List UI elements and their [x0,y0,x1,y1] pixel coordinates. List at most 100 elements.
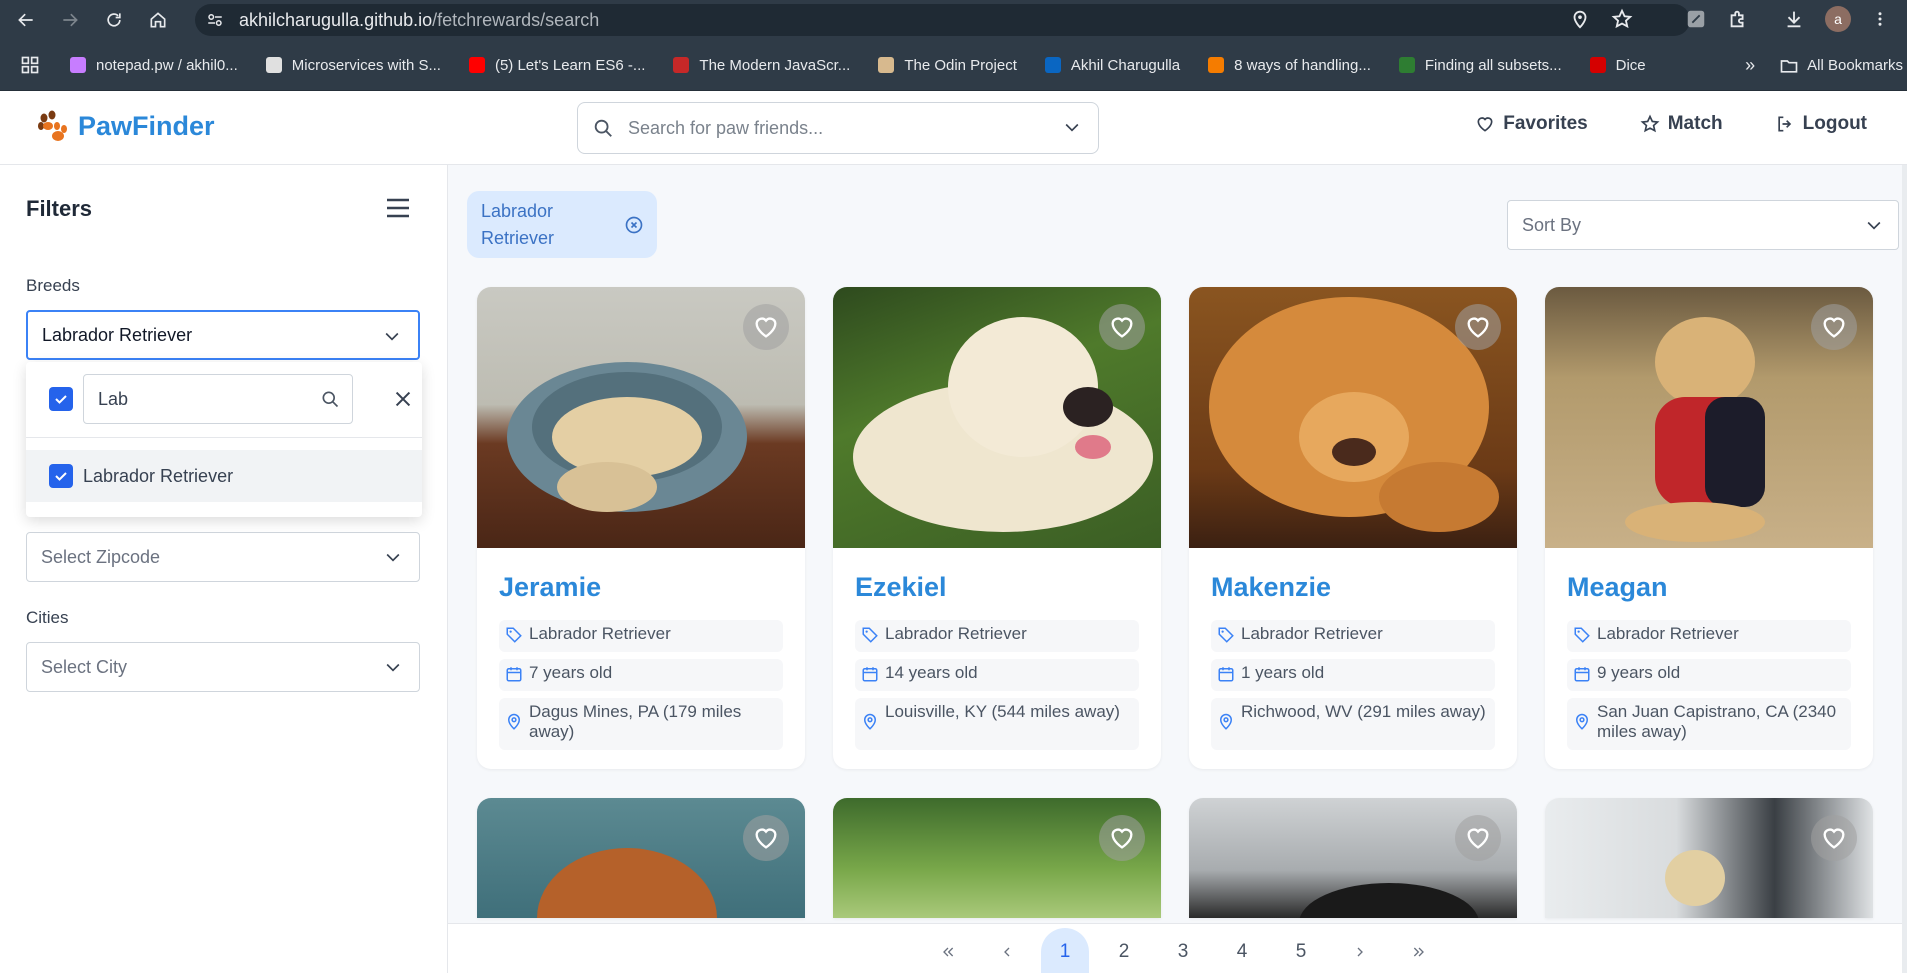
bookmark-item[interactable]: Finding all subsets... [1398,57,1562,74]
bookmark-favicon-icon [265,57,282,73]
back-button[interactable] [8,2,44,38]
map-pin-icon [863,713,877,730]
dog-card[interactable]: Ezekiel Labrador Retriever 14 years old … [833,287,1161,769]
dropdown-filter-input[interactable]: Lab [83,374,353,424]
page-button-2[interactable]: 2 [1100,930,1148,973]
page-button-4[interactable]: 4 [1218,930,1266,973]
city-select[interactable]: Select City [26,642,420,692]
chevron-right-icon [1357,947,1363,957]
dog-name: Ezekiel [855,572,947,602]
dropdown-header: Lab [26,362,422,438]
dog-card[interactable] [1189,798,1517,918]
favorite-button[interactable] [1811,815,1857,861]
map-pin-icon [507,713,521,730]
favorite-button[interactable] [743,304,789,350]
pagination: 1 2 3 4 5 [448,923,1907,973]
close-icon[interactable] [392,388,414,410]
calendar-icon [506,667,522,682]
site-settings-icon[interactable] [205,10,225,30]
toolbar-right: a [1569,6,1889,32]
breeds-select-value: Labrador Retriever [42,324,193,345]
bookmarks-overflow-button[interactable]: » [1745,55,1755,76]
search-icon [322,391,339,408]
bookmark-label: The Modern JavaScr... [699,56,851,74]
next-page-button[interactable] [1336,930,1384,973]
download-icon[interactable] [1783,8,1805,30]
first-page-button[interactable] [924,930,972,973]
scrollbar[interactable] [1902,165,1907,973]
dog-card[interactable] [477,798,805,918]
all-bookmarks-button[interactable]: All Bookmarks [1779,56,1903,76]
bookmark-favicon-icon [1589,57,1606,73]
chevron-down-icon [1867,221,1881,230]
url-text: akhilcharugulla.github.io/fetchrewards/s… [239,10,599,31]
browser-toolbar: akhilcharugulla.github.io/fetchrewards/s… [0,0,1907,40]
more-vert-icon[interactable] [1871,8,1889,30]
remove-chip-icon[interactable] [624,215,644,235]
dog-photo [1545,287,1873,548]
favorite-button[interactable] [1099,304,1145,350]
apps-grid-icon[interactable] [20,55,40,75]
match-button[interactable]: Match [1640,113,1723,135]
favorites-button[interactable]: Favorites [1475,113,1588,135]
bookmark-item[interactable]: The Modern JavaScr... [673,57,850,74]
home-button[interactable] [140,2,176,38]
dog-card[interactable] [833,798,1161,918]
dog-name: Meagan [1567,572,1668,602]
page-button-5[interactable]: 5 [1277,930,1325,973]
dropdown-option[interactable]: Labrador Retriever [26,450,422,502]
logout-button[interactable]: Logout [1775,113,1867,135]
puzzle-icon[interactable] [1727,8,1749,30]
chevrons-right-icon [1413,947,1424,957]
dog-card[interactable]: Jeramie Labrador Retriever 7 years old D… [477,287,805,769]
bookmark-item[interactable]: notepad.pw / akhil0... [70,57,238,74]
dropdown-filter-value: Lab [98,388,129,409]
dog-age: 7 years old [499,659,783,691]
logout-label: Logout [1802,113,1867,134]
bookmark-star-icon[interactable] [1611,8,1633,30]
bookmark-item[interactable]: 8 ways of handling... [1208,57,1371,74]
reload-button[interactable] [96,2,132,38]
profile-avatar[interactable]: a [1825,6,1851,32]
bookmark-item[interactable]: The Odin Project [878,57,1017,74]
location-icon[interactable] [1569,8,1591,30]
prev-page-button[interactable] [983,930,1031,973]
favorite-button[interactable] [1099,815,1145,861]
extension-icon[interactable] [1685,8,1707,30]
last-page-button[interactable] [1395,930,1443,973]
dog-card[interactable]: Meagan Labrador Retriever 9 years old Sa… [1545,287,1873,769]
bookmark-label: The Odin Project [904,56,1017,74]
select-all-checkbox[interactable] [49,387,73,411]
header-actions: Favorites Match Logout [1475,113,1867,135]
option-checkbox[interactable] [49,464,73,488]
page-button-1[interactable]: 1 [1041,928,1089,973]
address-bar[interactable]: akhilcharugulla.github.io/fetchrewards/s… [195,4,1690,36]
zipcode-select[interactable]: Select Zipcode [26,532,420,582]
bookmark-item[interactable]: Akhil Charugulla [1044,57,1180,74]
city-placeholder: Select City [41,656,128,677]
logout-icon [1777,116,1791,132]
breeds-select[interactable]: Labrador Retriever [26,310,420,360]
favorite-button[interactable] [1455,304,1501,350]
sort-select[interactable]: Sort By [1507,200,1899,250]
search-bar[interactable] [577,102,1099,154]
calendar-icon [862,667,878,682]
chevron-down-icon[interactable] [1062,117,1082,137]
calendar-icon [1574,667,1590,682]
dog-location-text: San Juan Capistrano, CA (2340 miles away… [1597,702,1837,741]
favorite-button[interactable] [743,815,789,861]
dog-breed-text: Labrador Retriever [1241,624,1383,643]
logo[interactable]: PawFinder [36,109,215,143]
dog-card[interactable]: Makenzie Labrador Retriever 1 years old … [1189,287,1517,769]
bookmark-item[interactable]: Microservices with S... [265,57,441,74]
bookmark-item[interactable]: Dice [1589,57,1646,74]
search-input[interactable] [628,117,1048,139]
favorite-button[interactable] [1811,304,1857,350]
page-button-3[interactable]: 3 [1159,930,1207,973]
hamburger-menu-icon[interactable] [385,197,411,219]
filters-sidebar: Filters Breeds Labrador Retriever Select… [0,165,448,973]
favorite-button[interactable] [1455,815,1501,861]
dog-card[interactable] [1545,798,1873,918]
forward-button[interactable] [52,2,88,38]
bookmark-item[interactable]: (5) Let's Learn ES6 -... [468,57,645,74]
